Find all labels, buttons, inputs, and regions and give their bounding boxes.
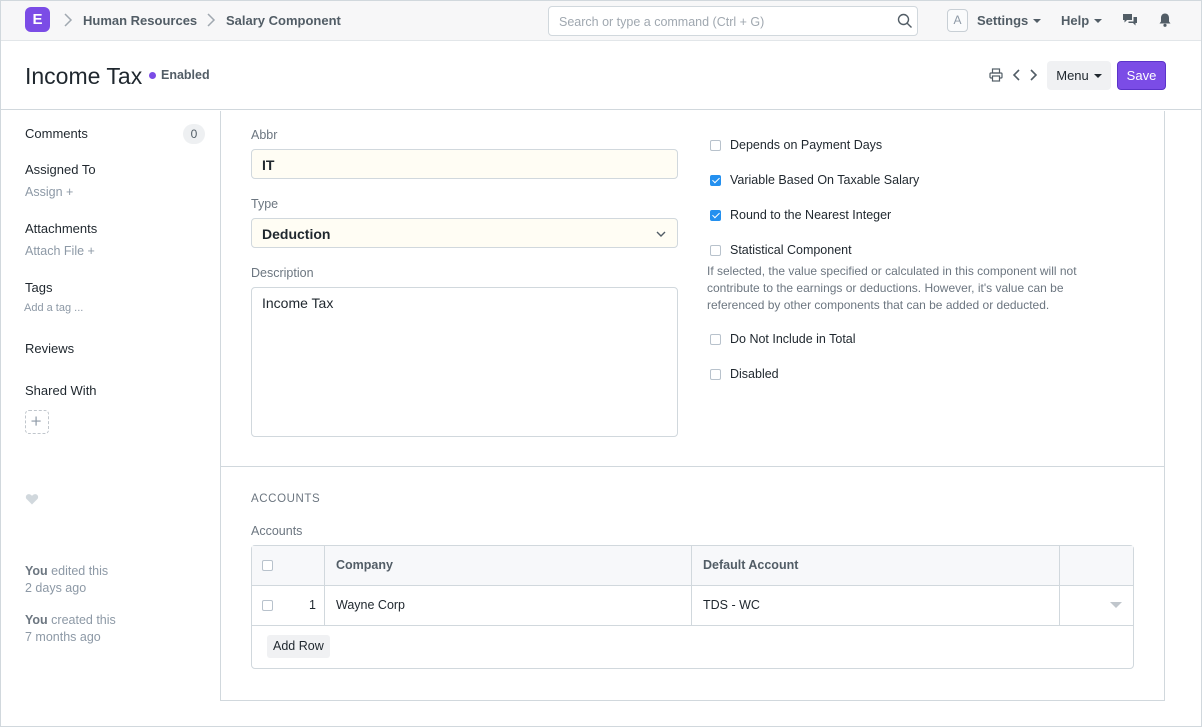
table-row[interactable]: 1 Wayne Corp TDS - WC: [252, 586, 1133, 626]
statistical-component-label[interactable]: Statistical Component: [730, 243, 852, 257]
chevron-down-icon: [656, 231, 666, 237]
add-tag-input[interactable]: Add a tag ...: [24, 302, 83, 314]
caret-down-icon: [1093, 73, 1102, 78]
section-divider: [221, 466, 1164, 467]
add-row-button[interactable]: Add Row: [267, 635, 330, 658]
variable-based-on-taxable-salary-checkbox[interactable]: [710, 175, 721, 186]
accounts-section-title[interactable]: ACCOUNTS: [251, 493, 320, 505]
activity-user: You: [25, 564, 48, 578]
abbr-field[interactable]: IT: [251, 149, 678, 179]
form-sidebar: Comments 0 Assigned To Assign + Attachme…: [1, 111, 220, 726]
default-account-cell[interactable]: TDS - WC: [703, 598, 760, 612]
chat-icon[interactable]: [1122, 12, 1138, 28]
comments-label[interactable]: Comments: [25, 126, 88, 141]
comments-count-badge: 0: [183, 124, 205, 144]
row-index: 1: [309, 598, 316, 612]
column-header-company: Company: [336, 558, 393, 572]
column-header-default-account: Default Account: [703, 558, 799, 572]
bell-icon[interactable]: [1157, 12, 1173, 28]
company-cell[interactable]: Wayne Corp: [336, 598, 405, 612]
assigned-to-label: Assigned To: [25, 162, 96, 177]
breadcrumb-human-resources[interactable]: Human Resources: [83, 13, 197, 28]
search-icon: [897, 13, 912, 28]
round-to-nearest-integer-checkbox[interactable]: [710, 210, 721, 221]
select-all-checkbox[interactable]: [262, 560, 273, 571]
form-body: Abbr IT Type Deduction Description Incom…: [220, 111, 1165, 701]
navbar: E Human Resources Salary Component Searc…: [1, 1, 1201, 41]
status-indicator: [149, 72, 156, 79]
accounts-table-label: Accounts: [251, 524, 303, 538]
add-share-button[interactable]: [25, 410, 49, 434]
chevron-right-icon[interactable]: [1026, 68, 1040, 82]
accounts-table: Company Default Account 1 Wayne Corp TDS…: [251, 545, 1134, 669]
activity-user: You: [25, 613, 48, 627]
user-avatar[interactable]: A: [947, 9, 968, 32]
heart-icon[interactable]: [25, 492, 39, 506]
disabled-label[interactable]: Disabled: [730, 367, 779, 381]
do-not-include-in-total-checkbox[interactable]: [710, 334, 721, 345]
menu-button[interactable]: Menu: [1047, 61, 1111, 90]
print-icon[interactable]: [989, 68, 1003, 82]
statistical-component-help: If selected, the value specified or calc…: [707, 264, 1077, 312]
row-expand-icon[interactable]: [1110, 602, 1122, 608]
column-divider: [1059, 546, 1060, 626]
plus-icon: [31, 416, 41, 426]
column-divider: [691, 546, 692, 626]
search-placeholder: Search or type a command (Ctrl + G): [559, 15, 765, 29]
depends-on-payment-days-label[interactable]: Depends on Payment Days: [730, 138, 882, 152]
page-title: Income Tax: [25, 63, 143, 89]
row-checkbox[interactable]: [262, 600, 273, 611]
attach-file-button[interactable]: Attach File +: [25, 244, 95, 258]
breadcrumb-salary-component[interactable]: Salary Component: [226, 13, 341, 28]
abbr-label: Abbr: [251, 128, 278, 142]
assign-button[interactable]: Assign +: [25, 185, 73, 199]
statistical-component-checkbox[interactable]: [710, 245, 721, 256]
page-header: Income Tax Enabled Menu Save: [1, 42, 1201, 110]
caret-down-icon: [1033, 18, 1042, 23]
description-textarea[interactable]: Income Tax: [251, 287, 678, 437]
menu-label: Menu: [1056, 68, 1089, 83]
activity-time: 2 days ago: [25, 581, 87, 595]
settings-dropdown[interactable]: Settings: [977, 13, 1042, 28]
column-divider: [324, 546, 325, 626]
variable-based-on-taxable-salary-label[interactable]: Variable Based On Taxable Salary: [730, 173, 919, 187]
reviews-label: Reviews: [25, 341, 75, 356]
activity-edited: You edited this 2 days ago: [25, 563, 108, 597]
help-label: Help: [1061, 13, 1090, 28]
chevron-right-icon: [64, 13, 73, 27]
table-header: Company Default Account: [252, 546, 1133, 586]
help-dropdown[interactable]: Help: [1061, 13, 1103, 28]
description-label: Description: [251, 266, 314, 280]
activity-action: edited this: [47, 564, 109, 578]
do-not-include-in-total-label[interactable]: Do Not Include in Total: [730, 332, 856, 346]
activity-time: 7 months ago: [25, 630, 101, 644]
attachments-label: Attachments: [25, 221, 98, 236]
chevron-right-icon: [207, 13, 216, 27]
depends-on-payment-days-checkbox[interactable]: [710, 140, 721, 151]
activity-created: You created this 7 months ago: [25, 612, 116, 646]
save-button[interactable]: Save: [1117, 61, 1166, 90]
round-to-nearest-integer-label[interactable]: Round to the Nearest Integer: [730, 208, 891, 222]
caret-down-icon: [1094, 18, 1103, 23]
type-label: Type: [251, 197, 279, 211]
type-value: Deduction: [262, 226, 331, 242]
activity-action: created this: [47, 613, 116, 627]
status-badge: Enabled: [161, 68, 210, 82]
disabled-checkbox[interactable]: [710, 369, 721, 380]
search-input[interactable]: Search or type a command (Ctrl + G): [548, 6, 918, 36]
type-select[interactable]: Deduction: [251, 218, 678, 248]
tags-label: Tags: [25, 280, 53, 295]
shared-with-label: Shared With: [25, 383, 97, 398]
settings-label: Settings: [977, 13, 1029, 28]
chevron-left-icon[interactable]: [1010, 68, 1024, 82]
app-logo[interactable]: E: [25, 7, 50, 32]
